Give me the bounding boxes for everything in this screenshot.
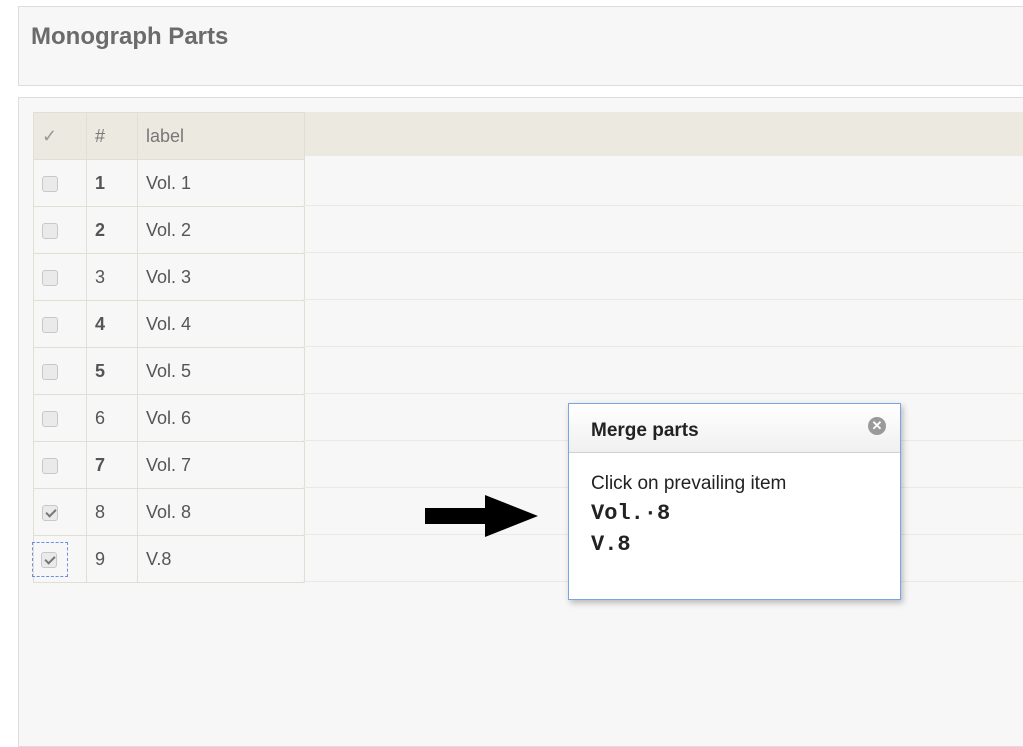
row-label[interactable]: Vol. 2 [137, 206, 305, 254]
row-number-cell: 3 [86, 253, 138, 301]
row-number-cell: 2 [86, 206, 138, 254]
row-select-cell [33, 159, 87, 207]
parts-table: ✓ # label 1 Vol. 1 2 Vol. 2 3 Vol. 3 4 Vol. 4 5 V… [32, 112, 305, 583]
row-checkbox[interactable] [42, 504, 58, 521]
row-select-cell [33, 347, 87, 395]
row-checkbox[interactable] [42, 222, 58, 239]
row-number-cell: 7 [86, 441, 138, 489]
row-select-cell [33, 488, 87, 536]
row-select-cell [32, 535, 87, 583]
row-label[interactable]: Vol. 1 [137, 159, 305, 207]
column-header-select[interactable]: ✓ [33, 112, 87, 160]
row-number-cell: 6 [86, 394, 138, 442]
row-label[interactable]: Vol. 3 [137, 253, 305, 301]
table-row[interactable]: 2 Vol. 2 [33, 206, 305, 254]
row-label[interactable]: V.8 [137, 535, 305, 583]
dialog-title: Merge parts [591, 420, 699, 441]
table-row[interactable]: 3 Vol. 3 [33, 253, 305, 301]
table-row[interactable]: 1 Vol. 1 [33, 159, 305, 207]
row-checkbox[interactable] [42, 316, 58, 333]
focus-outline [32, 541, 68, 577]
row-checkbox[interactable] [42, 175, 58, 192]
row-number-cell: 9 [86, 535, 138, 583]
row-number: 2 [95, 219, 106, 240]
row-select-cell [33, 394, 87, 442]
table-row[interactable]: 4 Vol. 4 [33, 300, 305, 348]
row-number: 1 [95, 172, 106, 193]
row-select-cell [33, 206, 87, 254]
row-select-cell [33, 253, 87, 301]
row-divider [303, 299, 1023, 300]
dialog-instruction: Click on prevailing item [591, 473, 787, 494]
row-checkbox[interactable] [42, 363, 58, 380]
row-divider [303, 252, 1023, 253]
merge-option-2[interactable]: V.8 [591, 532, 900, 557]
row-checkbox[interactable] [41, 551, 57, 568]
row-number: 5 [95, 360, 106, 381]
row-number: 7 [95, 454, 106, 475]
row-divider [303, 393, 1023, 394]
row-number-cell: 4 [86, 300, 138, 348]
table-row[interactable]: 8 Vol. 8 [33, 488, 305, 536]
row-number: 9 [95, 548, 106, 569]
row-label[interactable]: Vol. 6 [137, 394, 305, 442]
header-panel: Monograph Parts [18, 6, 1023, 86]
page-title: Monograph Parts [31, 23, 229, 50]
row-label[interactable]: Vol. 7 [137, 441, 305, 489]
row-checkbox[interactable] [42, 269, 58, 286]
close-circle-icon[interactable]: ✕ [868, 417, 886, 435]
merge-option-1[interactable]: Vol.·8 [591, 501, 900, 526]
table-row[interactable]: 5 Vol. 5 [33, 347, 305, 395]
row-number: 6 [95, 407, 106, 428]
row-number-cell: 8 [86, 488, 138, 536]
right-arrow-icon [425, 495, 538, 537]
row-label[interactable]: Vol. 8 [137, 488, 305, 536]
grid-header-filler [303, 112, 1023, 156]
row-number: 8 [95, 501, 106, 522]
dialog-titlebar[interactable]: Merge parts ✕ [569, 404, 900, 453]
table-row[interactable]: 6 Vol. 6 [33, 394, 305, 442]
column-header-number[interactable]: # [86, 112, 138, 160]
row-divider [303, 205, 1023, 206]
table-row[interactable]: 9 V.8 [32, 535, 305, 583]
check-column-icon: ✓ [42, 125, 58, 146]
row-select-cell [33, 300, 87, 348]
dialog-body: Click on prevailing item Vol.·8 V.8 [569, 453, 900, 557]
row-number-cell: 5 [86, 347, 138, 395]
row-number: 3 [95, 266, 106, 287]
row-checkbox[interactable] [42, 410, 58, 427]
row-select-cell [33, 441, 87, 489]
row-checkbox[interactable] [42, 457, 58, 474]
table-row[interactable]: 7 Vol. 7 [33, 441, 305, 489]
column-header-label[interactable]: label [137, 112, 305, 160]
row-number-cell: 1 [86, 159, 138, 207]
row-label[interactable]: Vol. 5 [137, 347, 305, 395]
row-divider [303, 346, 1023, 347]
row-label[interactable]: Vol. 4 [137, 300, 305, 348]
merge-parts-dialog: Merge parts ✕ Click on prevailing item V… [568, 403, 901, 600]
table-header-row: ✓ # label [33, 112, 305, 160]
row-number: 4 [95, 313, 106, 334]
